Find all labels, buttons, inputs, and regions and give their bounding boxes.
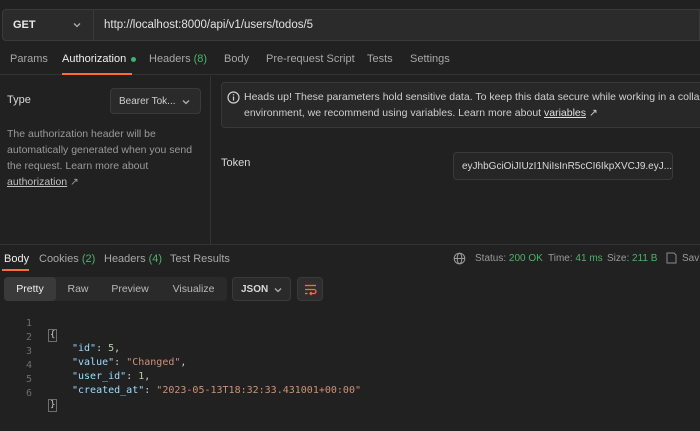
format-select[interactable]: JSON (232, 277, 291, 301)
url-text: http://localhost:8000/api/v1/users/todos… (104, 19, 314, 31)
request-tabs: Params Authorization Headers (8) Body Pr… (0, 45, 700, 75)
globe-icon[interactable] (453, 252, 466, 265)
wrap-lines-icon (305, 284, 317, 296)
cookies-count: (2) (81, 253, 96, 265)
sensitive-data-notice: Heads up! These parameters hold sensitiv… (221, 82, 700, 128)
status-indicator[interactable]: Status: 200 OK (475, 253, 543, 264)
save-response-button[interactable]: Sav (682, 253, 699, 264)
auth-type-value: Bearer Tok... (119, 95, 176, 107)
line-number: 6 (25, 388, 32, 399)
token-label: Token (221, 157, 251, 169)
tab-settings[interactable]: Settings (410, 53, 450, 65)
active-dot-icon (131, 56, 137, 62)
code-line: 3 "value": "Changed", (0, 335, 700, 368)
code-line: 4 "user_id": 1, (0, 349, 700, 382)
notice-line-2: environment, we recommend using variable… (244, 107, 598, 119)
chevron-down-icon (73, 23, 81, 28)
size-value: 211 B (632, 253, 658, 264)
response-tab-test-results[interactable]: Test Results (170, 253, 230, 265)
external-link-icon: ↗ (588, 107, 598, 119)
response-tab-body[interactable]: Body (4, 253, 29, 265)
time-indicator[interactable]: Time: 41 ms (548, 253, 603, 264)
type-label: Type (7, 94, 31, 106)
status-value: 200 OK (508, 253, 543, 264)
tab-headers[interactable]: Headers (8) (149, 53, 207, 65)
headers-count: (4) (148, 253, 163, 265)
notice-text: Heads up! These parameters hold sensitiv… (244, 89, 700, 121)
view-raw-button[interactable]: Raw (56, 277, 100, 301)
token-input[interactable]: eyJhbGciOiJIUzI1NiIsInR5cCI6IkpXVCJ9.eyJ… (453, 152, 673, 180)
method-label: GET (13, 19, 36, 31)
response-tab-headers[interactable]: Headers (4) (104, 253, 162, 265)
fold-close-brace-icon[interactable]: } (48, 399, 58, 412)
chevron-down-icon (274, 288, 282, 293)
headers-count: (8) (193, 53, 208, 65)
token-value: eyJhbGciOiJIUzI1NiIsInR5cCI6IkpXVCJ9.eyJ… (462, 160, 673, 172)
chevron-down-icon (182, 100, 190, 105)
auth-type-panel: Type Bearer Tok... The authorization hea… (0, 76, 211, 244)
url-bar: GET http://localhost:8000/api/v1/users/t… (0, 9, 700, 41)
url-input[interactable]: http://localhost:8000/api/v1/users/todos… (94, 9, 700, 41)
view-preview-button[interactable]: Preview (100, 277, 160, 301)
active-tab-indicator (62, 73, 132, 75)
tab-body[interactable]: Body (224, 53, 249, 65)
code-line: 5 "created_at": "2023-05-13T18:32:33.431… (0, 363, 700, 396)
notice-line-1: Heads up! These parameters hold sensitiv… (244, 91, 700, 103)
auth-type-select[interactable]: Bearer Tok... (110, 88, 201, 114)
authorization-link[interactable]: authorization (7, 176, 67, 188)
tab-params[interactable]: Params (10, 53, 48, 65)
auth-description-text: The authorization header will be automat… (7, 128, 193, 172)
size-indicator[interactable]: Size: 211 B (607, 253, 657, 264)
method-select[interactable]: GET (2, 9, 94, 41)
save-icon[interactable] (665, 252, 677, 264)
format-value: JSON (241, 283, 269, 295)
response-tab-cookies[interactable]: Cookies (2) (39, 253, 95, 265)
tab-authorization[interactable]: Authorization (62, 53, 137, 65)
view-pretty-button[interactable]: Pretty (4, 277, 56, 301)
info-icon (227, 91, 240, 104)
wrap-lines-button[interactable] (297, 277, 323, 301)
view-mode-bar: Pretty Raw Preview Visualize (4, 277, 227, 301)
code-line: 1 { (0, 307, 700, 342)
tab-pre-request-script[interactable]: Pre-request Script (266, 53, 355, 65)
code-line: 6 } (0, 377, 700, 412)
active-tab-indicator (2, 269, 29, 271)
tab-tests[interactable]: Tests (367, 53, 393, 65)
response-tabs: Body Cookies (2) Headers (4) Test Result… (0, 245, 700, 271)
time-value: 41 ms (575, 253, 603, 264)
external-link-icon: ↗ (70, 176, 79, 188)
auth-description: The authorization header will be automat… (7, 126, 202, 190)
variables-link[interactable]: variables (544, 107, 586, 119)
code-line: 2 "id": 5, (0, 321, 700, 354)
view-visualize-button[interactable]: Visualize (160, 277, 227, 301)
